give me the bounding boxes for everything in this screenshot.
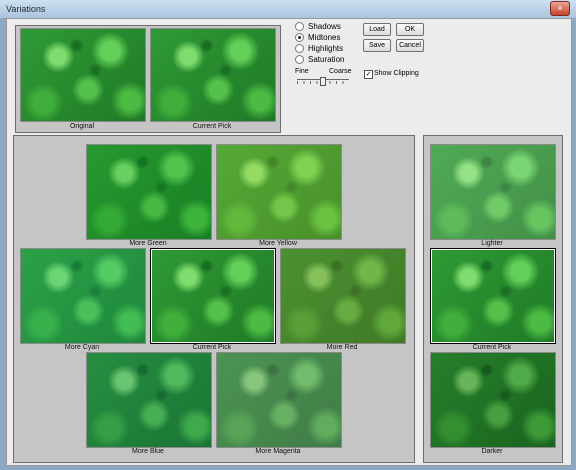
more-magenta-thumbnail[interactable] [216,352,342,448]
right-current-pick-thumbnail[interactable] [430,248,556,344]
radio-shadows-control[interactable] [295,21,304,31]
radio-saturation-control[interactable] [295,54,304,64]
original-current-panel: Original Current Pick [15,25,281,133]
slider-thumb[interactable] [320,77,326,86]
top-current-pick-label: Current Pick [192,123,232,130]
lighter-label: Lighter [481,240,503,247]
close-icon: × [557,3,563,13]
center-current-pick-label: Current Pick [192,344,232,351]
color-variations-panel: More Green More Yellow More Cyan Current… [13,135,415,463]
load-button[interactable]: Load [363,23,391,36]
fine-coarse-slider[interactable] [297,77,349,86]
close-button[interactable]: × [550,1,570,16]
coarse-label: Coarse [329,68,352,75]
radio-saturation-label: Saturation [308,54,345,64]
radio-midtones[interactable]: Midtones [295,32,340,42]
fine-label: Fine [295,68,309,75]
radio-midtones-label: Midtones [308,32,341,42]
lighter-thumbnail[interactable] [430,144,556,240]
more-cyan-label: More Cyan [64,344,100,351]
more-red-label: More Red [326,344,358,351]
radio-midtones-control[interactable] [295,32,304,42]
original-label: Original [69,123,95,130]
more-cyan-thumbnail[interactable] [20,248,146,344]
darker-label: Darker [481,448,503,455]
check-icon: ✓ [365,71,372,78]
radio-saturation[interactable]: Saturation [295,54,344,64]
radio-shadows-label: Shadows [308,21,341,31]
more-yellow-thumbnail[interactable] [216,144,342,240]
variations-dialog: Original Current Pick Shadows Midtones H… [6,18,572,466]
title-bar: Variations × [0,0,576,18]
more-magenta-label: More Magenta [255,448,301,455]
ok-button[interactable]: OK [396,23,424,36]
show-clipping-checkbox[interactable]: ✓ [364,70,373,79]
radio-highlights[interactable]: Highlights [295,43,343,53]
right-current-pick-label: Current Pick [472,344,512,351]
top-current-pick-thumbnail[interactable] [150,28,276,122]
more-blue-label: More Blue [132,448,164,455]
more-yellow-label: More Yellow [259,240,297,247]
darker-thumbnail[interactable] [430,352,556,448]
show-clipping-label: Show Clipping [374,70,419,77]
window-title: Variations [6,4,46,14]
original-thumbnail[interactable] [20,28,146,122]
more-green-thumbnail[interactable] [86,144,212,240]
more-green-label: More Green [129,240,167,247]
brightness-panel: Lighter Current Pick Darker [423,135,563,463]
radio-highlights-control[interactable] [295,43,304,53]
center-current-pick-thumbnail[interactable] [150,248,276,344]
save-button[interactable]: Save [363,39,391,52]
radio-highlights-label: Highlights [308,43,344,53]
cancel-button[interactable]: Cancel [396,39,424,52]
more-blue-thumbnail[interactable] [86,352,212,448]
more-red-thumbnail[interactable] [280,248,406,344]
radio-shadows[interactable]: Shadows [295,21,341,31]
